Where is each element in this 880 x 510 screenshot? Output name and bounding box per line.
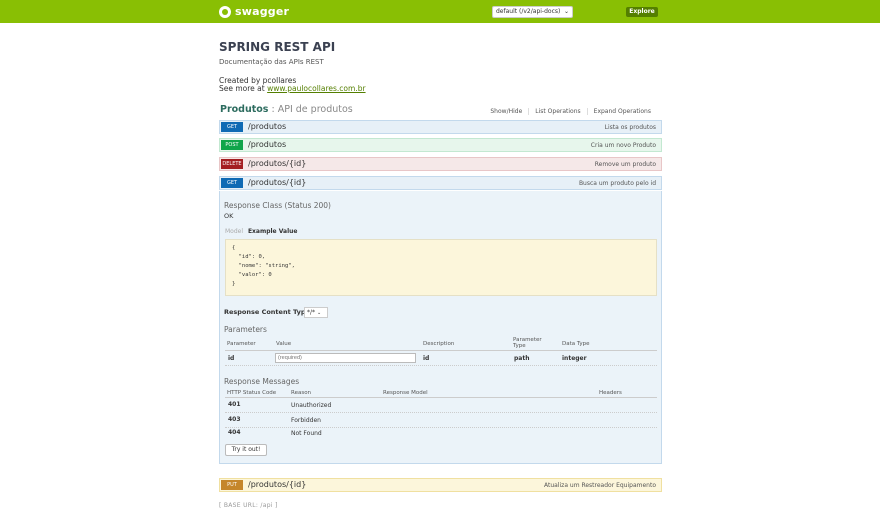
col-value: Value [276,341,292,347]
parameter-row: id id path integer [225,352,657,366]
chevron-down-icon: ⌄ [563,8,569,15]
api-title: SPRING REST API [219,40,336,54]
api-description: Documentação das APIs REST [219,58,324,66]
operation-get-produto-by-id[interactable]: GET /produtos/{id} Busca um produto pelo… [219,176,662,190]
param-id-input[interactable] [275,353,416,363]
logo-text: swagger [235,5,290,18]
message-code: 401 [228,401,241,408]
operation-put-produto[interactable]: PUT /produtos/{id} Atualiza um Restreado… [219,478,662,492]
operation-path[interactable]: /produtos/{id} [248,159,306,168]
response-content-type-select[interactable]: */* ⌄ [304,307,328,318]
operation-get-produtos[interactable]: GET /produtos Lista os produtos [219,120,662,134]
message-row: 404 Not Found [225,429,657,443]
operation-path[interactable]: /produtos/{id} [248,178,306,187]
col-status-code: HTTP Status Code [227,390,277,396]
tab-model[interactable]: Model [225,228,243,235]
operation-path[interactable]: /produtos/{id} [248,480,306,489]
param-type: path [514,355,530,362]
param-data-type: integer [562,355,587,362]
example-value-code[interactable]: { "id": 0, "nome": "string", "valor": 0 … [225,239,657,296]
operation-delete-produto[interactable]: DELETE /produtos/{id} Remove um produto [219,157,662,171]
swagger-logo[interactable]: swagger [219,5,289,18]
messages-table-header: HTTP Status Code Reason Response Model H… [225,390,657,398]
spec-select[interactable]: default (/v2/api-docs) ⌄ [492,6,573,18]
try-it-out-button[interactable]: Try it out! [225,444,267,456]
operation-summary: Lista os produtos [604,124,656,131]
method-badge[interactable]: DELETE [221,159,243,169]
col-headers: Headers [599,390,622,396]
method-badge[interactable]: GET [221,122,243,132]
resource-separator: : [268,104,278,115]
operation-summary: Remove um produto [594,161,656,168]
col-parameter-type: Parameter Type [513,337,542,349]
explore-button[interactable]: Explore [626,7,658,17]
method-badge[interactable]: GET [221,178,243,188]
parameters-table-header: Parameter Value Description Parameter Ty… [225,337,657,351]
operation-summary: Busca um produto pelo id [578,180,656,187]
content-type-value: */* [307,309,316,316]
show-hide-link[interactable]: Show/Hide [484,108,528,115]
operation-path[interactable]: /produtos [248,122,286,131]
message-code: 403 [228,416,241,423]
expand-operations-link[interactable]: Expand Operations [586,108,657,115]
resource-subtitle: API de produtos [277,104,353,115]
spec-select-value: default (/v2/api-docs) [496,8,561,15]
operation-summary: Atualiza um Restreador Equipamento [544,482,656,489]
resource-name: Produtos [220,104,269,115]
swagger-logo-icon [219,5,231,18]
message-row: 401 Unauthorized [225,399,657,413]
list-operations-link[interactable]: List Operations [528,108,586,115]
message-reason: Forbidden [291,417,321,424]
response-content-type-label: Response Content Type [224,308,310,316]
param-name: id [228,355,235,362]
base-url: [ BASE URL: /api ] [219,502,278,509]
see-more-prefix: See more at [219,84,265,93]
top-bar: swagger default (/v2/api-docs) ⌄ Explore [0,0,880,23]
response-class-value: OK [224,212,234,220]
col-description: Description [423,341,455,347]
message-code: 404 [228,429,241,436]
operation-post-produtos[interactable]: POST /produtos Cria um novo Produto [219,138,662,152]
param-description: id [423,355,430,362]
chevron-down-icon: ⌄ [316,310,322,316]
see-more-link[interactable]: www.paulocollares.com.br [267,84,365,93]
message-row: 403 Forbidden [225,414,657,428]
operation-path[interactable]: /produtos [248,140,286,149]
api-see-more: See more at www.paulocollares.com.br [219,84,366,93]
col-response-model: Response Model [383,390,428,396]
message-reason: Not Found [291,430,322,437]
model-tabs: Model Example Value [225,228,297,235]
operation-summary: Cria um novo Produto [590,142,656,149]
response-messages-title: Response Messages [224,377,300,386]
tab-example-value[interactable]: Example Value [248,228,298,235]
col-data-type: Data Type [562,341,590,347]
method-badge[interactable]: PUT [221,480,243,490]
operation-content: Response Class (Status 200) OK Model Exa… [219,191,662,464]
message-reason: Unauthorized [291,402,332,409]
resource-heading: Produtos : API de produtos Show/Hide Lis… [220,104,662,118]
resource-title[interactable]: Produtos : API de produtos [220,104,353,115]
col-parameter: Parameter [227,341,256,347]
resource-links: Show/Hide List Operations Expand Operati… [484,108,657,115]
col-reason: Reason [291,390,312,396]
parameters-title: Parameters [224,325,267,334]
method-badge[interactable]: POST [221,140,243,150]
response-class-title: Response Class (Status 200) [224,201,331,210]
